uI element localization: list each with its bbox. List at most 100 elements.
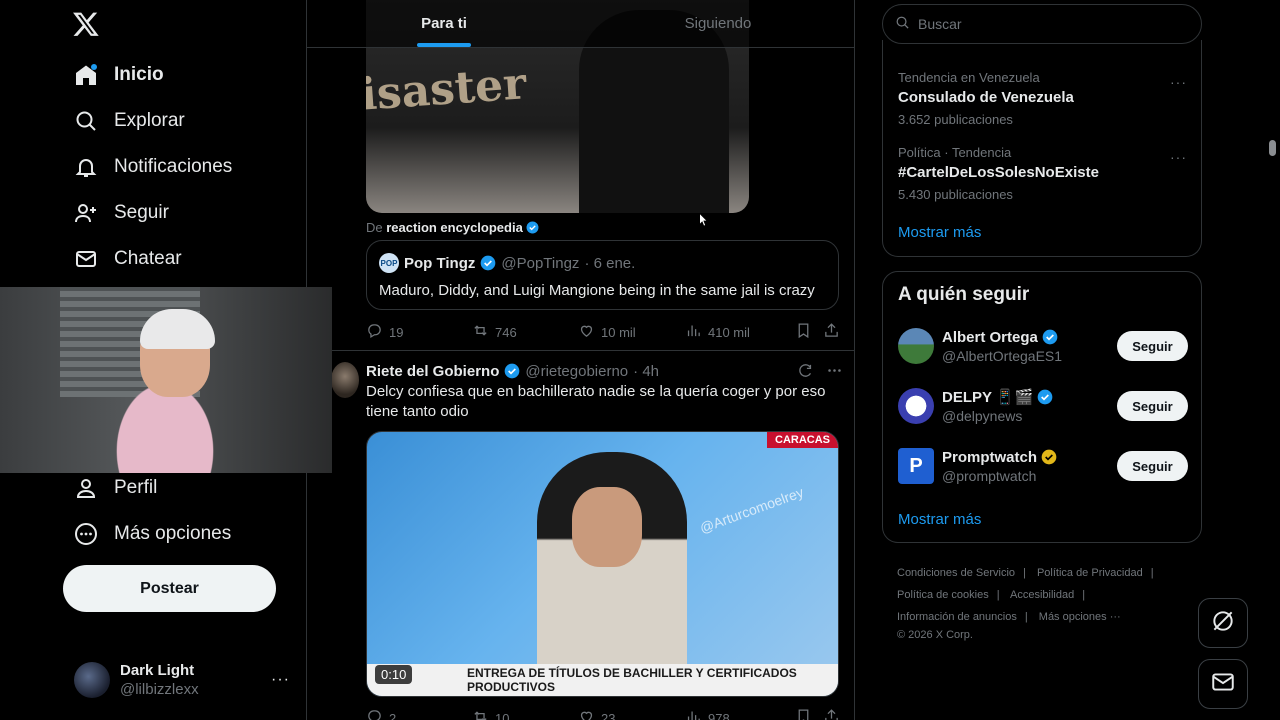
tweet-time[interactable]: · 4h	[633, 363, 659, 380]
repost-count: 10	[495, 710, 510, 720]
views-button[interactable]: 410 mil	[685, 322, 795, 342]
nav-item-explorar[interactable]: Explorar	[62, 98, 197, 144]
reply-count: 19	[389, 324, 404, 340]
trend-meta: Tendencia en Venezuela	[898, 70, 1040, 85]
more-horizontal-icon[interactable]: ···	[1170, 74, 1187, 90]
account-handle: @lilbizzlexx	[120, 681, 199, 698]
quoted-date: · 6 ene.	[584, 254, 636, 272]
x-logo-icon[interactable]	[72, 10, 102, 40]
like-count: 10 mil	[601, 324, 636, 340]
follow-suggestion[interactable]: P Promptwatch @promptwatch Seguir	[898, 444, 1188, 488]
footer-link[interactable]: Más opciones ···	[1039, 611, 1121, 623]
nav-label: Explorar	[114, 110, 185, 131]
grok-fab-button[interactable]	[1198, 598, 1248, 648]
verified-badge-icon	[480, 255, 496, 272]
tab-para-ti[interactable]: Para ti	[307, 0, 581, 47]
search-box[interactable]	[882, 4, 1202, 44]
tab-siguiendo[interactable]: Siguiendo	[581, 0, 854, 47]
more-horizontal-icon[interactable]: ···	[1170, 149, 1187, 165]
footer-link[interactable]: Información de anuncios	[897, 611, 1017, 623]
follow-name: Albert Ortega	[942, 329, 1117, 346]
grok-slash-icon	[1210, 608, 1236, 639]
share-button[interactable]	[823, 322, 840, 342]
account-names: Dark Light @lilbizzlexx	[120, 662, 271, 698]
post-button[interactable]: Postear	[63, 565, 276, 612]
nav-item-chatear[interactable]: Chatear	[62, 236, 194, 282]
mail-icon	[1210, 669, 1236, 700]
share-icon	[823, 708, 840, 720]
more-horizontal-icon[interactable]	[826, 362, 843, 384]
nav-label: Inicio	[114, 64, 164, 85]
trend-item[interactable]: Tendencia en Venezuela Consulado de Vene…	[898, 70, 1074, 127]
repost-button[interactable]: 10	[472, 708, 578, 720]
footer-link[interactable]: Política de cookies	[897, 589, 989, 601]
repost-count: 746	[495, 324, 517, 340]
mouse-cursor-icon	[698, 212, 708, 229]
account-display-name: Dark Light	[120, 662, 195, 679]
nav-label: Más opciones	[114, 523, 232, 544]
tweet-author-handle[interactable]: @rietegobierno	[525, 363, 628, 380]
footer-link[interactable]: Accesibilidad	[1010, 589, 1074, 601]
page-scrollbar[interactable]	[1269, 140, 1276, 156]
more-circle-icon	[74, 522, 98, 546]
repost-icon	[472, 322, 489, 342]
trend-count: 5.430 publicaciones	[898, 187, 1013, 202]
mail-icon	[74, 247, 98, 271]
search-icon	[895, 15, 910, 33]
follow-button[interactable]: Seguir	[1117, 451, 1188, 481]
bookmark-button[interactable]	[795, 322, 823, 342]
person-icon	[74, 476, 98, 500]
reply-icon	[366, 708, 383, 720]
quoted-name: Pop Tingz	[404, 254, 476, 272]
views-count: 410 mil	[708, 324, 750, 340]
follow-names: DELPY 📱🎬 @delpynews	[942, 388, 1117, 424]
account-switcher[interactable]: Dark Light @lilbizzlexx ···	[62, 652, 302, 708]
bookmark-icon	[795, 708, 812, 720]
messages-fab-button[interactable]	[1198, 659, 1248, 709]
follow-button[interactable]: Seguir	[1117, 391, 1188, 421]
views-button[interactable]: 978	[685, 708, 795, 720]
more-horizontal-icon[interactable]: ···	[271, 671, 290, 689]
follow-suggestion[interactable]: DELPY 📱🎬 @delpynews Seguir	[898, 384, 1188, 428]
repost-button[interactable]: 746	[472, 322, 578, 342]
nav-item-seguir[interactable]: Seguir	[62, 190, 181, 236]
app: Inicio Explorar Notificaciones Seguir Ch…	[0, 0, 1280, 720]
avatar	[898, 328, 934, 364]
quoted-tweet[interactable]: POP Pop Tingz @PopTingz · 6 ene. Maduro,…	[366, 240, 839, 310]
bookmark-button[interactable]	[795, 708, 823, 720]
who-to-follow-panel: A quién seguir Albert Ortega @AlbertOrte…	[882, 271, 1202, 543]
source-name[interactable]: reaction encyclopedia	[386, 220, 523, 235]
nav-item-notificaciones[interactable]: Notificaciones	[62, 144, 244, 190]
grok-icon[interactable]	[797, 362, 814, 384]
video-duration: 0:10	[375, 665, 413, 684]
tweet-text: Delcy confiesa que en bachillerato nadie…	[366, 383, 826, 420]
quoted-avatar: POP	[379, 253, 399, 273]
like-button[interactable]: 23	[578, 708, 685, 720]
tweet-video[interactable]: @Arturcomoelrey CARACAS ENTREGA DE TÍTUL…	[366, 431, 839, 697]
follow-suggestion[interactable]: Albert Ortega @AlbertOrtegaES1 Seguir	[898, 324, 1188, 368]
nav-label: Perfil	[114, 477, 158, 498]
quoted-text: Maduro, Diddy, and Luigi Mangione being …	[379, 282, 815, 299]
show-more-follow[interactable]: Mostrar más	[898, 511, 981, 528]
nav-item-mas-opciones[interactable]: Más opciones	[62, 511, 243, 557]
tweet-actions: 19 746 10 mil 410 mil	[366, 322, 843, 342]
share-button[interactable]	[823, 708, 840, 720]
footer-link[interactable]: Condiciones de Servicio	[897, 567, 1015, 579]
tweet-header: Riete del Gobierno @rietegobierno · 4h	[366, 363, 659, 380]
follow-handle: @promptwatch	[942, 467, 1037, 484]
nav-item-inicio[interactable]: Inicio	[62, 52, 176, 98]
tweet-avatar[interactable]	[331, 362, 359, 398]
search-input[interactable]	[918, 16, 1178, 32]
trend-item[interactable]: Política · Tendencia #CartelDeLosSolesNo…	[898, 145, 1099, 202]
show-more-trends[interactable]: Mostrar más	[898, 224, 981, 241]
footer-links: Condiciones de Servicio | Política de Pri…	[897, 562, 1207, 642]
reply-button[interactable]: 19	[366, 322, 472, 342]
video-channel-tag: CARACAS	[767, 432, 838, 448]
reply-button[interactable]: 2	[366, 708, 472, 720]
follow-button[interactable]: Seguir	[1117, 331, 1188, 361]
tweet-header-actions	[797, 362, 843, 384]
nav-label: Seguir	[114, 202, 169, 223]
footer-link[interactable]: Política de Privacidad	[1037, 567, 1143, 579]
like-button[interactable]: 10 mil	[578, 322, 685, 342]
tweet-author-name[interactable]: Riete del Gobierno	[366, 363, 499, 380]
